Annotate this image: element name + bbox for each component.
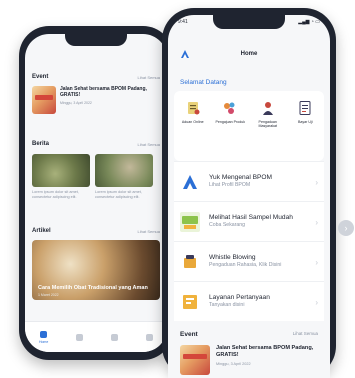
event-card-date: Minggu, 3 April 2022 (216, 362, 251, 366)
article-card-title: Cara Memilih Obat Tradisional yang Aman (38, 285, 148, 291)
news-section-title: Berita (32, 141, 50, 147)
menu-label: Pengaduan Masyarakat (258, 120, 278, 129)
phone-mockup-back: Event Lihat Semua Jalan Sehat bersama BP… (19, 26, 173, 360)
news-section-header: Berita Lihat Semua (32, 141, 160, 147)
event-section-header: Event Lihat Semua (32, 74, 160, 80)
profile-icon (146, 333, 154, 341)
chevron-right-icon: › (344, 223, 348, 233)
event-see-all-link[interactable]: Lihat Semua (138, 75, 160, 80)
list-item-title: Whistle Blowing (209, 254, 256, 261)
status-time: 9:41 (178, 19, 188, 25)
menu-pengaduan-masyarakat[interactable]: Pengaduan Masyarakat (253, 99, 283, 129)
list-item-title: Layanan Pertanyaan (209, 294, 270, 301)
article-card-date: 1 Maret 2022 (38, 293, 59, 297)
home-icon (40, 330, 48, 338)
chevron-right-icon: › (315, 298, 318, 307)
people-icon (259, 99, 277, 117)
chevron-right-icon: › (315, 218, 318, 227)
event-card-title: Jalan Sehat bersama BPOM Padang, GRATIS! (216, 345, 314, 358)
news-see-all-link[interactable]: Lihat Semua (138, 142, 160, 147)
news-carousel: Lorem ipsum dolor sit amet, consectetur … (32, 154, 167, 199)
front-event-see-all-link[interactable]: Lihat Semua (293, 331, 318, 338)
list-item-title: Melihat Hasil Sampel Mudah (209, 214, 293, 221)
phone-mockup-front: 9:41 ▂▄▆ ◔ ▭ Home Selamat Datang Aduan O… (162, 8, 336, 378)
message-icon (111, 333, 119, 341)
article-section-title: Artikel (32, 228, 51, 234)
event-thumbnail (180, 345, 210, 375)
quick-menu: Aduan Online Pengajuan Produk Pengaduan … (174, 91, 324, 161)
page-title: Home (240, 51, 258, 57)
carousel-next-button[interactable]: › (338, 220, 354, 236)
products-icon (221, 99, 239, 117)
menu-label: Pengajuan Produk (215, 120, 246, 124)
bottom-navigation: Home (25, 321, 167, 352)
event-thumbnail (32, 86, 56, 114)
front-event-section-title: Event (180, 331, 198, 338)
chevron-right-icon: › (315, 178, 318, 187)
list-item-subtitle: Lihat Profil BPOM (209, 182, 251, 188)
phone-notch (213, 15, 285, 29)
list-item-layanan-pertanyaan[interactable]: Layanan Pertanyaan Tanyakan disini › (174, 281, 324, 321)
list-item-hasil-sampel[interactable]: Melihat Hasil Sampel Mudah Coba Sekarang… (174, 201, 324, 241)
list-item-title: Yuk Mengenal BPOM (209, 174, 273, 181)
news-card[interactable]: Lorem ipsum dolor sit amet, consectetur … (32, 154, 90, 199)
chevron-right-icon: › (315, 258, 318, 267)
event-card-title: Jalan Sehat bersama BPOM Padang, GRATIS! (59, 86, 147, 98)
back-screen: Event Lihat Semua Jalan Sehat bersama BP… (25, 34, 167, 352)
news-card[interactable]: Lorem ipsum dolor sit amet, consectetur … (95, 154, 153, 199)
front-event-section-header: Event Lihat Semua (180, 331, 318, 338)
event-card[interactable]: Jalan Sehat bersama BPOM Padang, GRATIS!… (32, 86, 160, 114)
document-icon (296, 99, 314, 117)
menu-label: Aduan Online (181, 120, 204, 124)
notification-icon (76, 333, 84, 341)
event-card-date: Minggu, 3 April 2022 (59, 101, 92, 105)
status-icons: ▂▄▆ ◔ ▭ (298, 19, 320, 25)
list-item-subtitle: Tanyakan disini (209, 302, 245, 308)
nav-profile[interactable] (146, 333, 154, 341)
whistle-blowing-icon (180, 252, 200, 272)
list-item-mengenal-bpom[interactable]: Yuk Mengenal BPOM Lihat Profil BPOM › (174, 161, 324, 201)
news-caption: Lorem ipsum dolor sit amet, consectetur … (32, 190, 79, 199)
list-item-subtitle: Coba Sekarang (209, 222, 246, 228)
event-section-title: Event (32, 74, 49, 80)
nav-notifications[interactable] (76, 333, 84, 341)
article-card[interactable]: Cara Memilih Obat Tradisional yang Aman … (32, 240, 160, 300)
bpom-logo-icon (180, 172, 200, 192)
news-image (95, 154, 153, 187)
question-service-icon (180, 292, 200, 312)
menu-label: Bayar Uji (297, 120, 313, 124)
menu-pengajuan-produk[interactable]: Pengajuan Produk (215, 99, 245, 124)
list-item-subtitle: Pengaduan Rahasia, Klik Disini (209, 262, 282, 268)
front-screen: 9:41 ▂▄▆ ◔ ▭ Home Selamat Datang Aduan O… (168, 15, 330, 378)
list-item-whistle-blowing[interactable]: Whistle Blowing Pengaduan Rahasia, Klik … (174, 241, 324, 281)
nav-home[interactable]: Home (38, 330, 49, 344)
news-caption: Lorem ipsum dolor sit amet, consectetur … (95, 190, 142, 199)
menu-bayar-uji[interactable]: Bayar Uji (290, 99, 320, 124)
nav-messages[interactable] (111, 333, 119, 341)
menu-aduan-online[interactable]: Aduan Online (178, 99, 208, 124)
complaint-icon (184, 99, 202, 117)
news-image (32, 154, 90, 187)
phone-notch (65, 34, 127, 46)
feature-list: Yuk Mengenal BPOM Lihat Profil BPOM › Me… (174, 161, 324, 321)
greeting-text: Selamat Datang (180, 79, 227, 86)
nav-home-label: Home (38, 339, 49, 344)
article-see-all-link[interactable]: Lihat Semua (138, 229, 160, 234)
front-event-card[interactable]: Jalan Sehat bersama BPOM Padang, GRATIS!… (180, 345, 320, 375)
sample-results-icon (180, 211, 200, 232)
article-section-header: Artikel Lihat Semua (32, 228, 160, 234)
